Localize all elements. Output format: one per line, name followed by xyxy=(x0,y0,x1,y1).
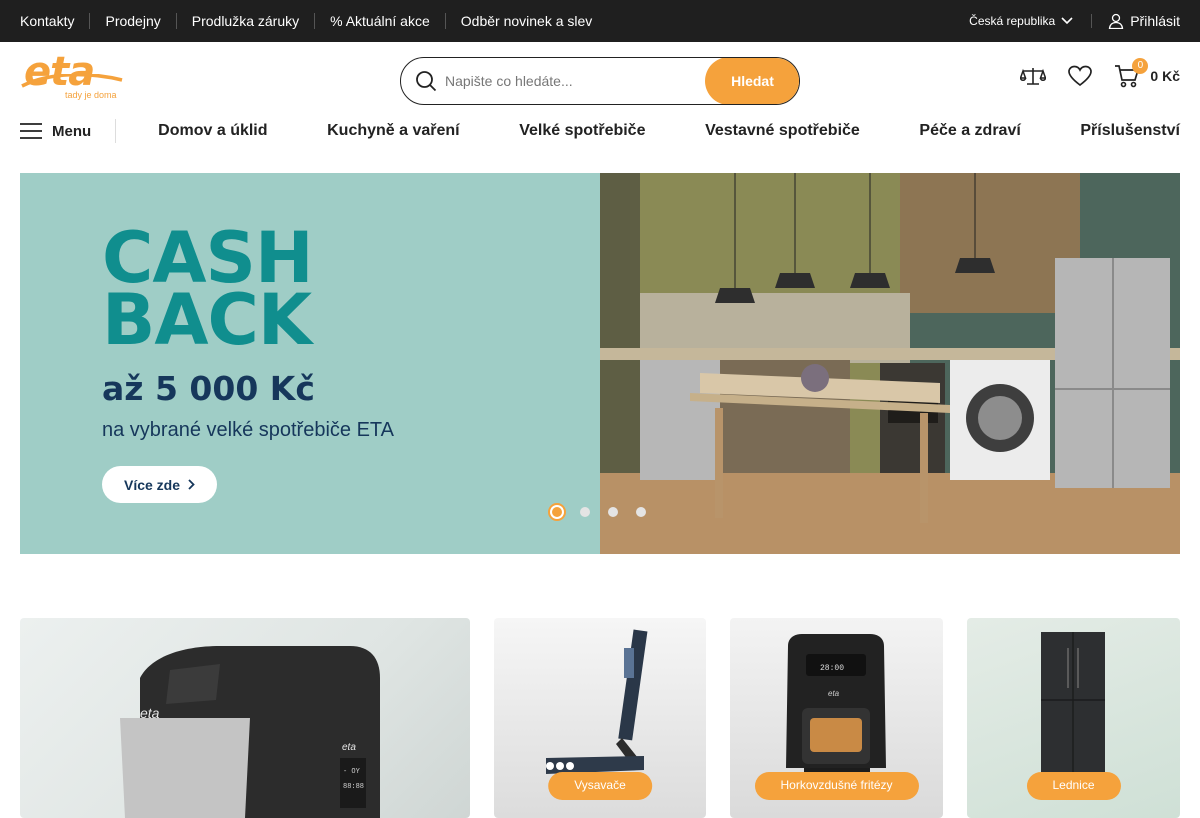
tile-label-lednice: Lednice xyxy=(1026,772,1121,800)
category-list: Domov a úklid Kuchyně a vaření Velké spo… xyxy=(116,122,1180,140)
tile-label-horkovzdusne-fritezy: Horkovzdušné fritézy xyxy=(754,772,919,800)
link-odber-novinek[interactable]: Odběr novinek a slev xyxy=(444,13,608,29)
login-button[interactable]: Přihlásit xyxy=(1092,13,1180,29)
search-button[interactable]: Hledat xyxy=(705,58,799,104)
kitchen-robot-image: eta eta - OY 88:88 xyxy=(120,646,380,818)
header-icons: 0 0 Kč xyxy=(1020,58,1180,88)
menu-button[interactable]: Menu xyxy=(20,119,117,143)
nav-item-prislusenstvi[interactable]: Příslušenství xyxy=(1080,122,1180,140)
hero-amount: až 5 000 Kč xyxy=(102,369,315,408)
hero-text-panel: CASH BACK až 5 000 Kč na vybrané velké s… xyxy=(20,173,600,554)
cart-count-badge: 0 xyxy=(1132,58,1149,74)
top-right: Česká republika Přihlásit xyxy=(969,13,1180,29)
svg-text:eta: eta xyxy=(828,689,840,698)
link-aktualni-akce[interactable]: % Aktuální akce xyxy=(314,13,445,29)
hero-headline-line2: BACK xyxy=(102,279,312,361)
carousel-dots xyxy=(548,503,646,521)
search-icon xyxy=(401,70,445,92)
svg-text:88:88: 88:88 xyxy=(343,783,364,791)
svg-text:28:00: 28:00 xyxy=(820,664,844,673)
svg-text:eta: eta xyxy=(342,742,356,753)
country-label: Česká republika xyxy=(969,14,1056,28)
tile-label-vysavace: Vysavače xyxy=(548,772,652,800)
link-prodluzka-zaruky[interactable]: Prodlužka záruky xyxy=(175,13,314,29)
search-input[interactable] xyxy=(445,58,705,104)
svg-text:- OY: - OY xyxy=(343,768,361,776)
chevron-down-icon xyxy=(1061,17,1073,25)
hero-kitchen-image xyxy=(600,173,1180,554)
chevron-right-icon xyxy=(188,479,195,490)
top-links: Kontakty Prodejny Prodlužka záruky % Akt… xyxy=(20,13,607,29)
hamburger-icon xyxy=(20,123,42,139)
hero-more-button[interactable]: Více zde xyxy=(102,466,217,503)
compare-scale-icon[interactable] xyxy=(1020,65,1047,87)
login-label: Přihlásit xyxy=(1130,13,1180,29)
cart-total: 0 Kč xyxy=(1150,68,1180,84)
cart-button[interactable]: 0 0 Kč xyxy=(1114,58,1180,88)
link-kontakty[interactable]: Kontakty xyxy=(20,13,89,29)
nav-item-pece-a-zdravi[interactable]: Péče a zdraví xyxy=(919,122,1020,140)
heart-icon[interactable] xyxy=(1068,65,1093,87)
logo-tagline: tady je doma xyxy=(65,90,117,100)
nav-item-domov-a-uklid[interactable]: Domov a úklid xyxy=(158,122,267,140)
hero-headline: CASH BACK xyxy=(102,223,314,361)
tile-horkovzdusne-fritezy[interactable]: 28:00 eta Horkovzdušné fritézy xyxy=(730,618,943,818)
tile-lednice[interactable]: Lednice xyxy=(967,618,1180,818)
top-bar: Kontakty Prodejny Prodlužka záruky % Akt… xyxy=(0,0,1200,42)
svg-text:eta: eta xyxy=(140,705,160,721)
hero-subtitle: na vybrané velké spotřebiče ETA xyxy=(102,419,395,441)
carousel-dot-3[interactable] xyxy=(608,507,618,517)
logo-wordmark: eta xyxy=(24,49,95,95)
country-selector[interactable]: Česká republika xyxy=(969,14,1093,28)
nav-item-kuchyne-a-vareni[interactable]: Kuchyně a vaření xyxy=(327,122,460,140)
main-nav: Menu Domov a úklid Kuchyně a vaření Velk… xyxy=(20,112,1180,150)
kitchen-illustration xyxy=(600,173,1180,554)
carousel-dot-4[interactable] xyxy=(636,507,646,517)
link-prodejny[interactable]: Prodejny xyxy=(89,13,175,29)
menu-label: Menu xyxy=(52,122,92,140)
nav-item-velke-spotrebice[interactable]: Velké spotřebiče xyxy=(519,122,645,140)
hero-more-label: Více zde xyxy=(123,476,181,493)
hero-banner[interactable]: CASH BACK až 5 000 Kč na vybrané velké s… xyxy=(20,173,1180,554)
eta-logo[interactable]: eta tady je doma xyxy=(20,52,124,102)
tile-vysavace[interactable]: Vysavače xyxy=(494,618,706,818)
carousel-dot-2[interactable] xyxy=(580,507,590,517)
nav-item-vestavne-spotrebice[interactable]: Vestavné spotřebiče xyxy=(705,122,860,140)
carousel-dot-1[interactable] xyxy=(548,503,566,521)
search-bar: Hledat xyxy=(400,57,800,105)
user-icon xyxy=(1108,13,1124,29)
tile-kitchen-robot[interactable]: eta eta - OY 88:88 xyxy=(20,618,470,818)
